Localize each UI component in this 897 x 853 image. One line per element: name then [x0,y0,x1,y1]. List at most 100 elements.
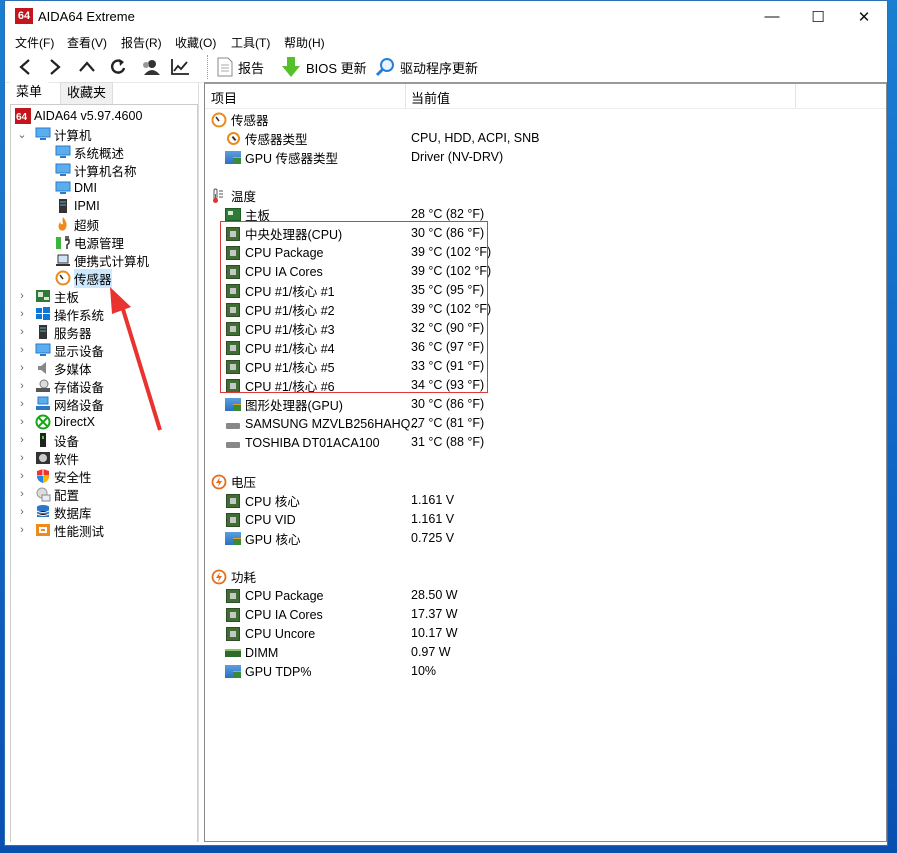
tree-item-category[interactable]: › 安全性 [20,467,92,485]
report-button[interactable]: 报告 [217,55,264,79]
tree-item-computer-child[interactable]: 计算机名称 [55,161,137,179]
tree-item-category[interactable]: › DirectX [20,413,95,431]
maximize-button[interactable]: ☐ [795,1,841,32]
column-divider[interactable] [405,84,406,108]
close-button[interactable]: ✕ [841,1,887,32]
chevron-right-icon[interactable]: › [17,416,27,428]
tree-item-category[interactable]: › 主板 [20,287,79,305]
chevron-right-icon[interactable]: › [17,326,27,338]
menu-tools[interactable]: 工具(T) [231,34,270,51]
sensor-row[interactable]: CPU Uncore [225,624,315,643]
sensor-row[interactable]: 图形处理器(GPU) [225,395,343,414]
sensor-row[interactable]: CPU #1/核心 #4 [225,338,335,357]
monitor-icon [55,162,71,178]
sensor-row[interactable]: GPU 核心 [225,529,301,548]
sensor-row-label-group: CPU IA Cores [225,607,323,623]
memory-module-icon [225,645,241,661]
bios-update-button[interactable]: BIOS 更新 [281,55,367,79]
tree-item-category[interactable]: › 服务器 [20,323,92,341]
chevron-right-icon[interactable]: › [17,452,27,464]
tree-item-computer-child[interactable]: 电源管理 [55,233,124,251]
chevron-down-icon[interactable]: ⌄ [17,128,27,141]
tree-item-category[interactable]: › 性能测试 [20,521,104,539]
sensor-row[interactable]: 传感器类型 [225,129,308,148]
forward-icon[interactable] [43,55,67,79]
sensor-row[interactable]: GPU 传感器类型 [225,148,338,167]
sensor-row[interactable]: 中央处理器(CPU) [225,224,342,243]
sensor-row[interactable]: CPU #1/核心 #2 [225,300,335,319]
tree-item-computer-child[interactable]: DMI [55,179,97,197]
tab-favorites[interactable]: 收藏夹 [60,82,114,105]
chevron-right-icon[interactable]: › [17,524,27,536]
tree-item-computer-child[interactable]: 系统概述 [55,143,124,161]
menu-favorites[interactable]: 收藏(O) [175,34,216,51]
tree-item-sensors[interactable]: 传感器 [55,268,112,288]
sensor-row[interactable]: SAMSUNG MZVLB256HAHQ... [225,414,421,433]
chevron-right-icon[interactable]: › [17,308,27,320]
sensor-row[interactable]: CPU #1/核心 #3 [225,319,335,338]
sensor-row[interactable]: CPU IA Cores [225,262,323,281]
server-icon [55,198,71,214]
sensor-row[interactable]: CPU #1/核心 #1 [225,281,335,300]
chevron-right-icon[interactable]: › [17,362,27,374]
driver-update-button[interactable]: 驱动程序更新 [375,55,478,79]
tree-item-computer[interactable]: ⌄ 计算机 [17,125,92,143]
sensor-row[interactable]: CPU 核心 [225,491,300,510]
chart-icon[interactable] [168,55,192,79]
tree-item-computer-child[interactable]: 便携式计算机 [55,251,149,269]
menu-view[interactable]: 查看(V) [67,34,107,51]
menu-report[interactable]: 报告(R) [121,34,162,51]
app-window: 64 AIDA64 Extreme — ☐ ✕ 文件(F) 查看(V) 报告(R… [4,0,888,846]
user-icon[interactable] [138,55,162,79]
tree-item-category[interactable]: › 操作系统 [20,305,104,323]
chevron-right-icon[interactable]: › [17,506,27,518]
chevron-right-icon[interactable]: › [17,344,27,356]
up-icon[interactable] [75,55,99,79]
sensor-row[interactable]: CPU IA Cores [225,605,323,624]
chevron-right-icon[interactable]: › [17,488,27,500]
sensor-value: 39 °C (102 °F) [411,302,492,316]
tree-item-computer-child[interactable]: IPMI [55,197,100,215]
monitor-icon [55,144,71,160]
tree-item-category[interactable]: › 配置 [20,485,79,503]
tree-item-label: 存储设备 [54,380,105,395]
tree-item-category[interactable]: › 显示设备 [20,341,104,359]
chevron-right-icon[interactable]: › [17,470,27,482]
section-header-sensor[interactable]: 传感器 [211,110,269,129]
sensor-row[interactable]: DIMM [225,643,278,662]
sensor-row[interactable]: CPU Package [225,243,324,262]
sensor-value: 30 °C (86 °F) [411,397,485,411]
tree-item-root[interactable]: 64 AIDA64 v5.97.4600 [15,107,142,125]
tree-item-label: 设备 [54,434,80,449]
refresh-icon[interactable] [106,55,130,79]
tree-item-category[interactable]: › 多媒体 [20,359,92,377]
back-icon[interactable] [13,55,37,79]
chevron-right-icon[interactable]: › [17,434,27,446]
sensor-row[interactable]: CPU VID [225,510,296,529]
column-divider[interactable] [795,84,796,108]
section-header-voltage[interactable]: 电压 [211,472,256,491]
column-value[interactable]: 当前值 [411,88,450,107]
menu-file[interactable]: 文件(F) [15,34,54,51]
menu-help[interactable]: 帮助(H) [284,34,325,51]
sensor-row[interactable]: CPU Package [225,586,324,605]
sensor-row[interactable]: GPU TDP% [225,662,311,681]
tree-item-category[interactable]: › 数据库 [20,503,92,521]
column-item[interactable]: 项目 [211,88,237,107]
tree-item-category[interactable]: › 设备 [20,431,80,449]
chevron-right-icon[interactable]: › [17,398,27,410]
tree-item-computer-child[interactable]: 超频 [55,215,99,233]
sensor-row[interactable]: CPU #1/核心 #6 [225,376,335,395]
section-header-temperature[interactable]: 温度 [211,186,256,205]
tree-item-category[interactable]: › 软件 [20,449,79,467]
sensor-row[interactable]: CPU #1/核心 #5 [225,357,335,376]
sensor-row[interactable]: TOSHIBA DT01ACA100 [225,433,380,452]
chevron-right-icon[interactable]: › [17,380,27,392]
chevron-right-icon[interactable]: › [17,290,27,302]
tab-menu[interactable]: 菜单 [10,82,49,104]
tree-item-category[interactable]: › 网络设备 [20,395,104,413]
sensor-row[interactable]: 主板 [225,205,270,224]
tree-item-category[interactable]: › 存储设备 [20,377,105,395]
section-header-power[interactable]: 功耗 [211,567,256,586]
minimize-button[interactable]: — [749,1,795,32]
